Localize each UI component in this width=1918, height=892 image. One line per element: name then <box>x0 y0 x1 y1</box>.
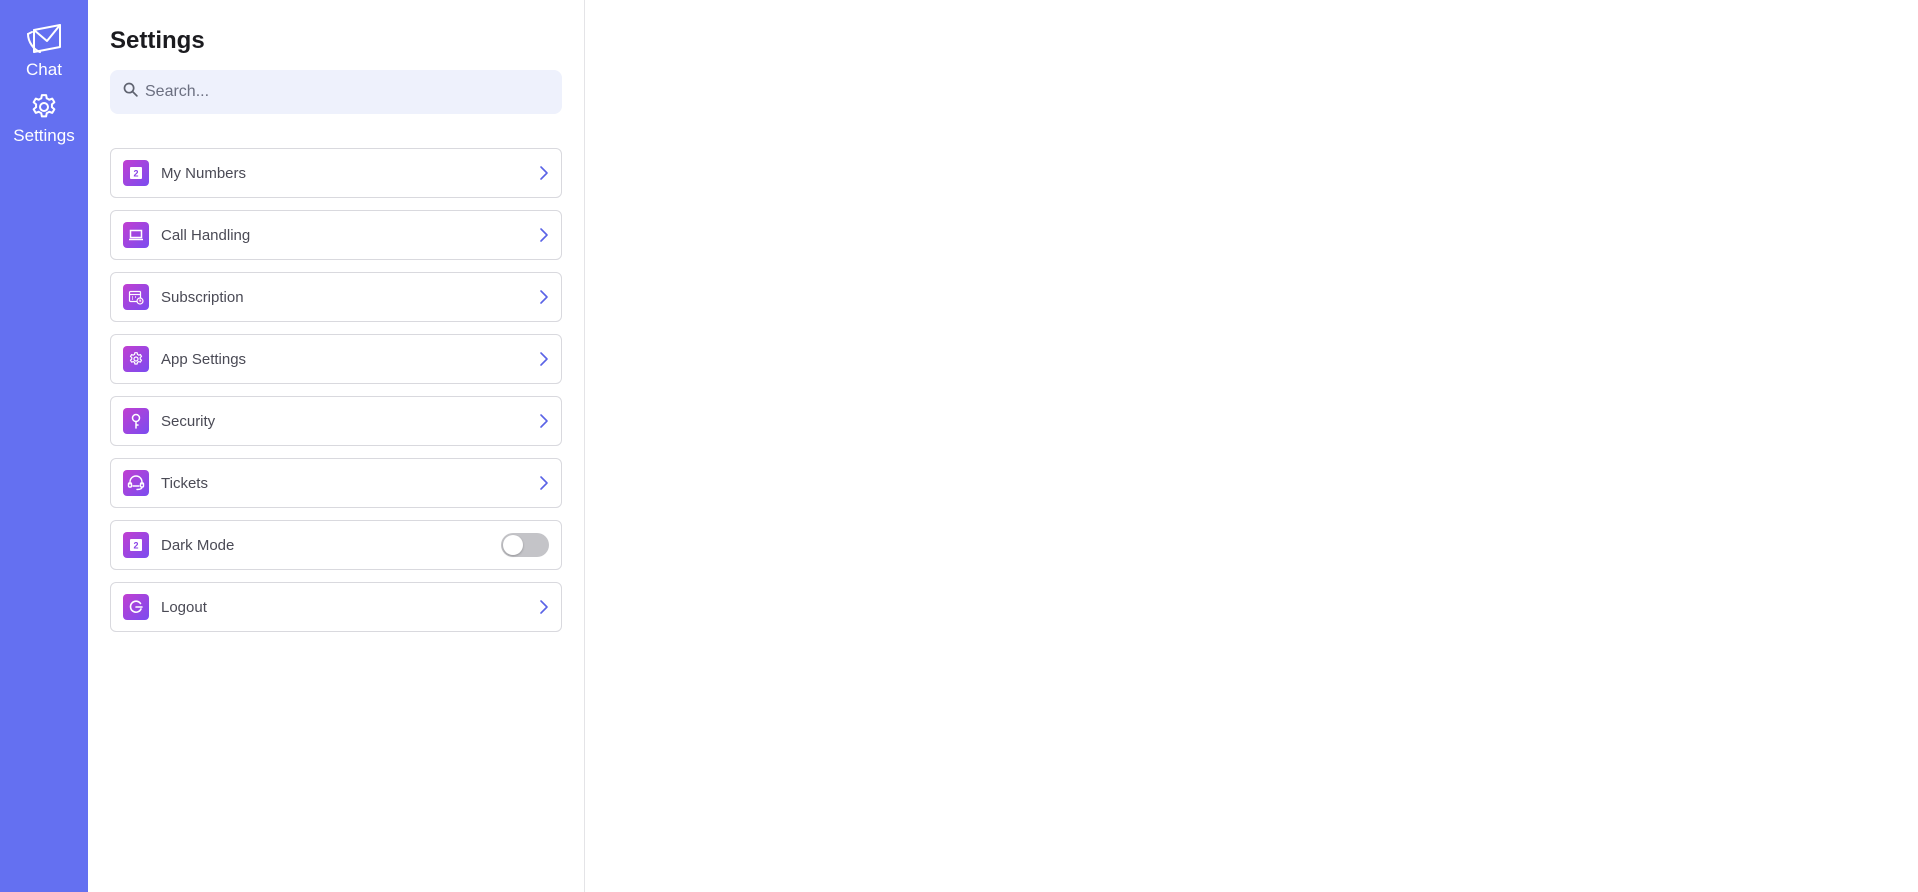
calendar-clock-icon <box>123 284 149 310</box>
menu-item-tickets[interactable]: Tickets <box>110 458 562 508</box>
menu-item-label: App Settings <box>161 350 247 368</box>
menu-item-my-numbers[interactable]: 2 My Numbers <box>110 148 562 198</box>
menu-item-subscription[interactable]: Subscription <box>110 272 562 322</box>
chevron-right-icon <box>539 289 549 305</box>
nav-item-chat[interactable]: Chat <box>25 22 63 80</box>
menu-item-security[interactable]: Security <box>110 396 562 446</box>
chevron-right-icon <box>539 351 549 367</box>
settings-menu: 2 My Numbers Call Handling Subscription … <box>110 148 562 632</box>
laptop-icon <box>123 222 149 248</box>
nav-item-settings[interactable]: Settings <box>13 92 75 146</box>
nav-item-label: Chat <box>26 60 62 79</box>
chevron-right-icon <box>539 165 549 181</box>
search-icon <box>122 81 139 103</box>
page-title: Settings <box>110 27 205 54</box>
nav-rail: Chat Settings <box>0 0 88 892</box>
menu-item-call-handling[interactable]: Call Handling <box>110 210 562 260</box>
numbers-icon: 2 <box>123 532 149 558</box>
svg-text:2: 2 <box>133 169 138 179</box>
svg-text:2: 2 <box>133 541 138 551</box>
menu-item-logout[interactable]: Logout <box>110 582 562 632</box>
logout-icon <box>123 594 149 620</box>
chevron-right-icon <box>539 599 549 615</box>
gear-icon <box>123 346 149 372</box>
menu-item-label: Subscription <box>161 288 244 306</box>
search-input[interactable] <box>145 83 545 101</box>
dark-mode-toggle[interactable] <box>501 533 549 557</box>
menu-item-label: Logout <box>161 598 207 616</box>
nav-item-label: Settings <box>13 126 75 145</box>
menu-item-label: Security <box>161 412 216 430</box>
menu-item-label: Dark Mode <box>161 536 235 554</box>
app-window: Chat Settings Settings Search... 2 My Nu… <box>0 0 1918 892</box>
search-box[interactable] <box>110 70 562 114</box>
chevron-right-icon <box>539 227 549 243</box>
numbers-icon: 2 <box>123 160 149 186</box>
chat-envelope-icon <box>25 22 63 56</box>
key-icon <box>123 408 149 434</box>
chevron-right-icon <box>539 475 549 491</box>
headset-icon <box>123 470 149 496</box>
menu-item-label: Call Handling <box>161 226 251 244</box>
toggle-knob <box>503 535 523 555</box>
gear-icon <box>29 92 59 122</box>
menu-item-label: Tickets <box>161 474 208 492</box>
settings-panel: Settings 2 My Numbers <box>88 0 585 892</box>
content-area <box>586 0 1918 892</box>
menu-item-app-settings[interactable]: App Settings <box>110 334 562 384</box>
chevron-right-icon <box>539 413 549 429</box>
menu-item-dark-mode: 2 Dark Mode <box>110 520 562 570</box>
menu-item-label: My Numbers <box>161 164 247 182</box>
